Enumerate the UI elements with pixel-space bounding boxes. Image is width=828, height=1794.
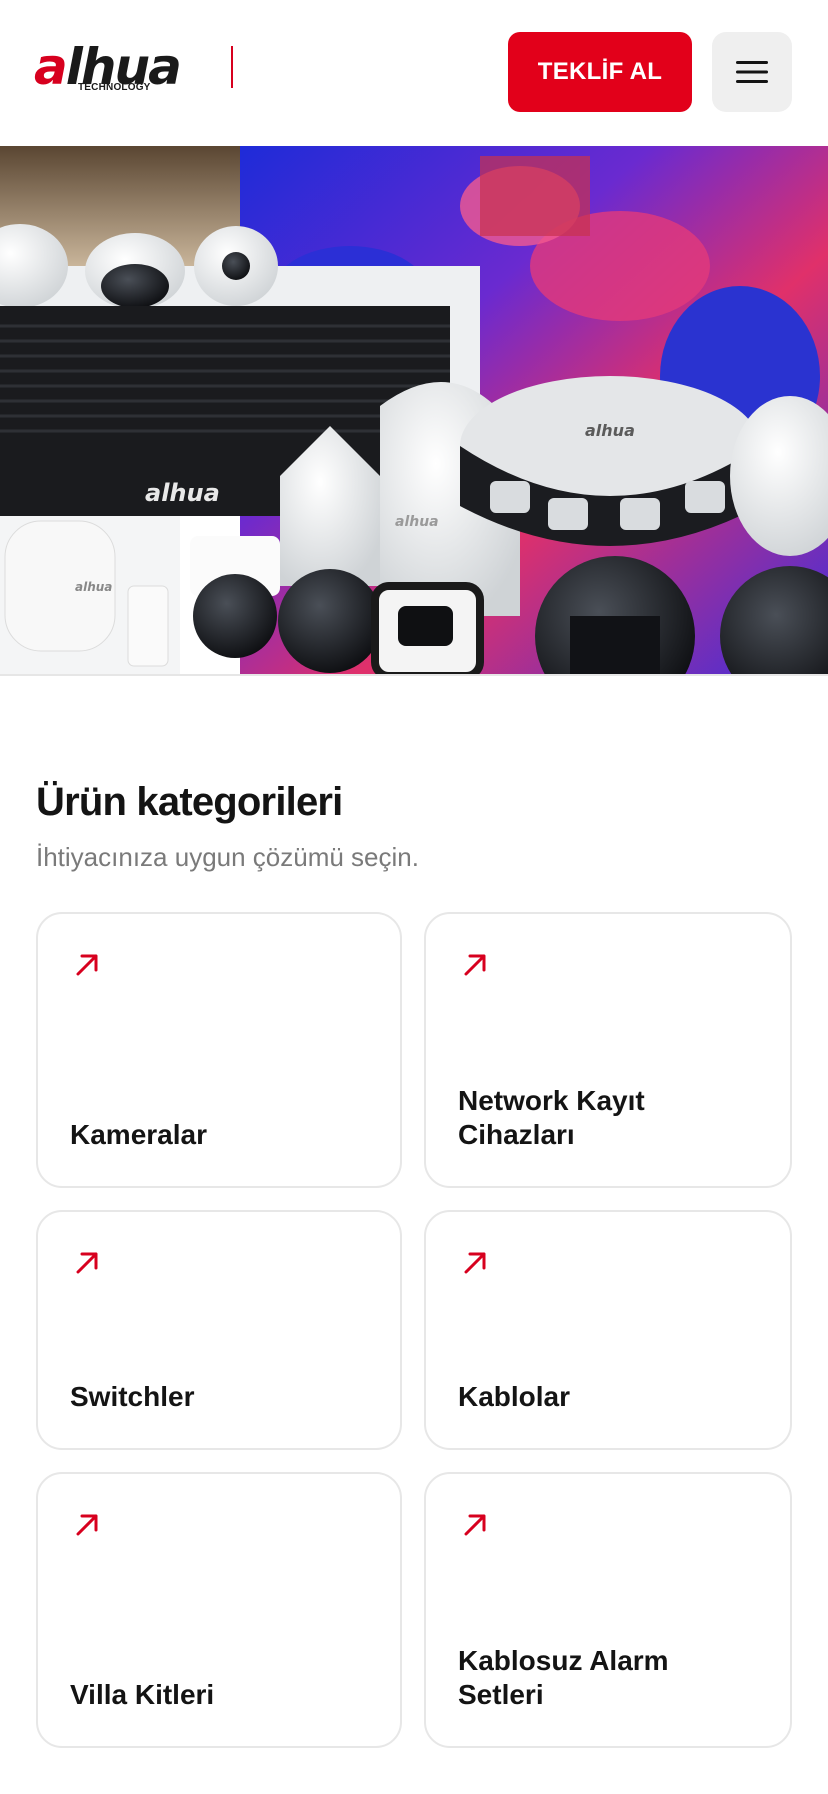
ptz-brand-mark: alhua [395, 514, 439, 530]
categories-title: Ürün kategorileri [36, 780, 343, 824]
site-header: alhua TECHNOLOGY TEKLİF AL [0, 0, 828, 146]
arrow-up-right-icon [76, 1514, 98, 1536]
hero-banner: alhua alhua alhua alhua [0, 146, 828, 676]
hamburger-menu-icon [736, 61, 768, 83]
category-label: Villa Kitleri [70, 1679, 215, 1710]
categories-subtitle: İhtiyacınıza uygun çözümü seçin. [36, 842, 419, 872]
category-label: Kameralar [70, 1119, 207, 1150]
menu-button[interactable] [712, 32, 792, 112]
category-label: Network Kayıt Cihazları [458, 1085, 645, 1150]
category-card-network-kayit[interactable]: Network Kayıt Cihazları [424, 912, 792, 1188]
category-card-kablosuz-alarm[interactable]: Kablosuz Alarm Setleri [424, 1472, 792, 1748]
category-label: Kablosuz Alarm Setleri [458, 1645, 669, 1710]
security-products-banner: alhua alhua alhua alhua [0, 146, 828, 676]
category-label: Kablolar [458, 1381, 571, 1412]
nvr-brand-mark: alhua [145, 479, 220, 507]
logo-divider [231, 46, 233, 88]
category-card-kameralar[interactable]: Kameralar [36, 912, 402, 1188]
category-card-kablolar[interactable]: Kablolar [424, 1210, 792, 1450]
category-label: Switchler [70, 1381, 195, 1412]
category-card-switchler[interactable]: Switchler [36, 1210, 402, 1450]
arrow-up-right-icon [76, 1252, 98, 1274]
arrow-up-right-icon [76, 954, 98, 976]
arrow-up-right-icon [464, 954, 486, 976]
multisensor-brand-mark: alhua [585, 421, 635, 440]
dahua-logo[interactable]: alhua TECHNOLOGY [34, 38, 214, 98]
arrow-up-right-icon [464, 1514, 486, 1536]
hub-brand-mark: alhua [75, 580, 112, 594]
logo-subtitle: TECHNOLOGY [78, 82, 151, 93]
category-card-villa-kitleri[interactable]: Villa Kitleri [36, 1472, 402, 1748]
get-quote-button[interactable]: TEKLİF AL [508, 32, 692, 112]
arrow-up-right-icon [464, 1252, 486, 1274]
